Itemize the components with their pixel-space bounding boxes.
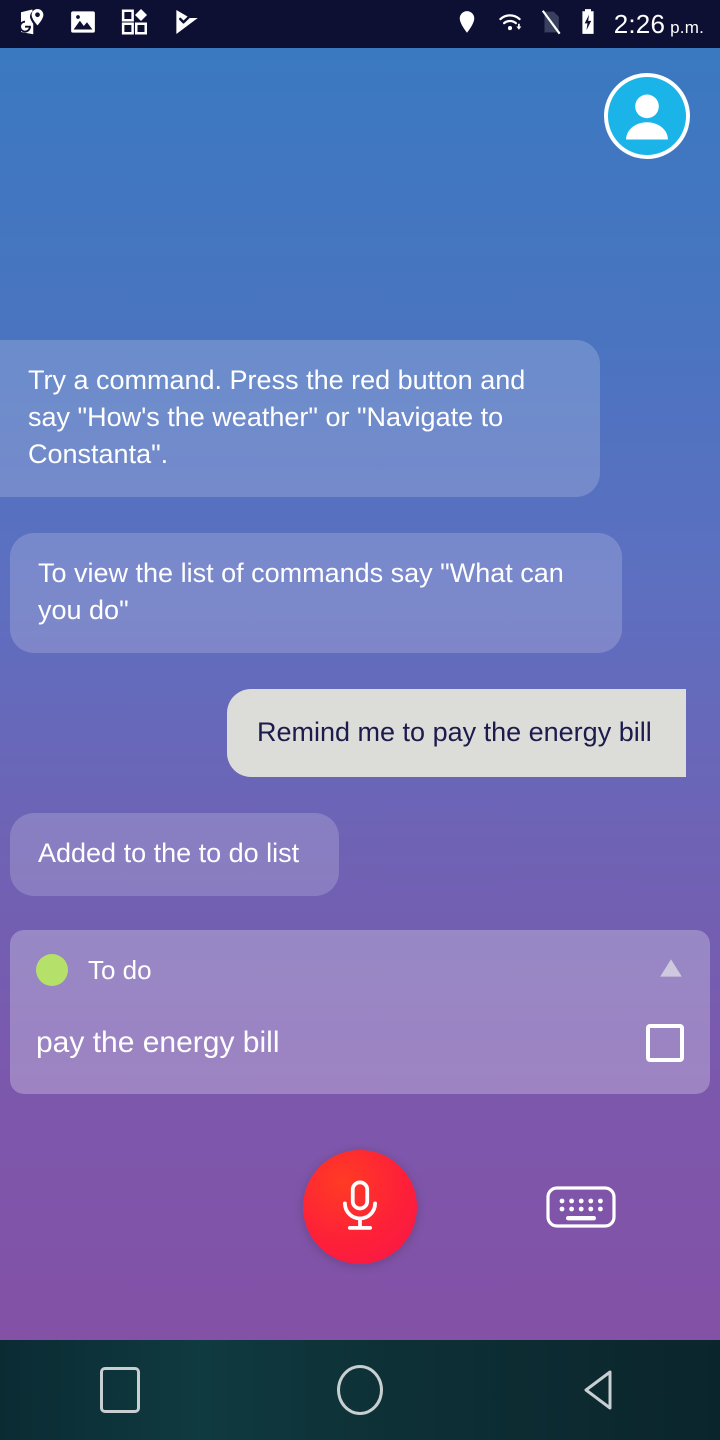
- keyboard-button[interactable]: [546, 1186, 616, 1228]
- avatar[interactable]: [604, 73, 690, 159]
- recents-button[interactable]: [60, 1340, 180, 1440]
- photos-icon: [68, 7, 98, 42]
- microphone-icon: [343, 1180, 377, 1230]
- apps-grid-icon: [120, 7, 150, 42]
- todo-item-checkbox[interactable]: [646, 1024, 684, 1062]
- assistant-controls: [0, 1142, 720, 1302]
- chat-bubble-assistant: Added to the to do list: [10, 813, 340, 896]
- system-status-icons: 2:26 p.m.: [454, 8, 704, 41]
- chat-thread: Try a command. Press the red button and …: [0, 340, 720, 1094]
- keyboard-icon: [546, 1186, 616, 1228]
- maps-icon: [16, 7, 46, 42]
- clock-time: 2:26: [613, 8, 666, 39]
- back-triangle-icon: [584, 1370, 612, 1410]
- assistant-main-area: Try a command. Press the red button and …: [0, 48, 720, 1340]
- notification-icons: [16, 7, 202, 42]
- back-button[interactable]: [540, 1340, 660, 1440]
- no-sim-icon: [540, 9, 562, 40]
- todo-card[interactable]: To do pay the energy bill: [10, 930, 710, 1094]
- chat-bubble-assistant: Try a command. Press the red button and …: [0, 340, 600, 497]
- todo-card-header: To do: [36, 954, 684, 986]
- clock-ampm: p.m.: [670, 17, 704, 37]
- tasks-check-icon: [172, 7, 202, 42]
- todo-card-title: To do: [88, 955, 152, 985]
- todo-item-label: pay the energy bill: [36, 1026, 280, 1059]
- chat-bubble-assistant: To view the list of commands say "What c…: [10, 533, 622, 653]
- home-circle-icon: [337, 1365, 383, 1415]
- triangle-up-icon[interactable]: [658, 957, 684, 984]
- status-clock: 2:26 p.m.: [614, 9, 704, 40]
- home-button[interactable]: [300, 1340, 420, 1440]
- wifi-icon: [496, 9, 524, 40]
- battery-charging-icon: [578, 8, 598, 41]
- mic-button[interactable]: [303, 1150, 417, 1264]
- account-avatar-icon: [626, 94, 668, 140]
- todo-status-dot: [36, 954, 68, 986]
- phone-screen: 2:26 p.m. Try a command. Press the red b…: [0, 0, 720, 1440]
- location-pin-icon: [454, 9, 480, 40]
- recents-square-icon: [100, 1367, 140, 1413]
- chat-bubble-user: Remind me to pay the energy bill: [227, 689, 686, 777]
- navigation-bar: [0, 1340, 720, 1440]
- todo-list-item[interactable]: pay the energy bill: [36, 1024, 684, 1062]
- status-bar: 2:26 p.m.: [0, 0, 720, 48]
